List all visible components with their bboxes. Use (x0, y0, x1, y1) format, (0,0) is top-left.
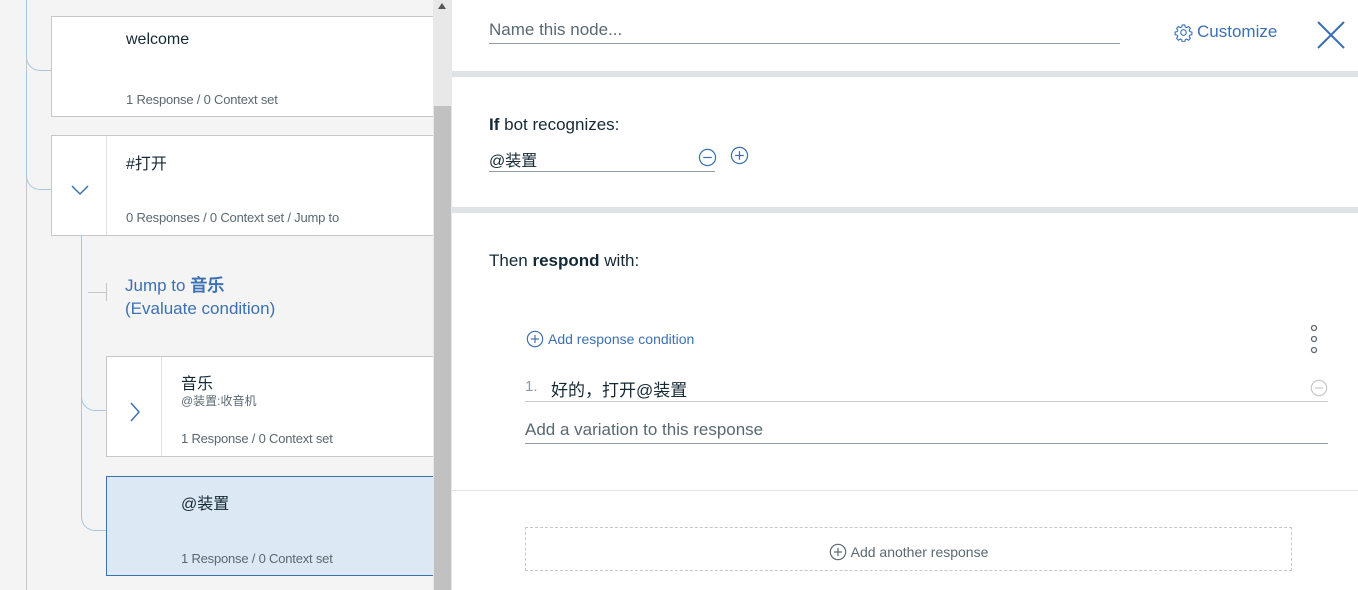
plus-circle-icon (526, 330, 544, 348)
add-response-condition-label: Add response condition (548, 331, 695, 347)
response-heading: Then respond with: (489, 251, 640, 270)
scroll-up-arrow[interactable] (438, 3, 446, 9)
dialog-builder: welcome 1 Response / 0 Context set #打开 0… (0, 0, 1358, 590)
add-condition-icon[interactable] (730, 146, 749, 165)
remove-condition-icon[interactable] (698, 148, 717, 167)
tree-connector (26, 0, 52, 71)
node-meta: 1 Response / 0 Context set (126, 92, 278, 107)
jump-target: 音乐 (190, 276, 225, 295)
response-variation-input[interactable] (525, 417, 1328, 444)
response-text: 好的，打开@装置 (551, 381, 688, 400)
plus-circle-icon (829, 543, 846, 561)
node-meta: 1 Response / 0 Context set (181, 551, 333, 566)
gear-icon (1174, 23, 1193, 42)
node-collapse-toggle[interactable] (52, 136, 107, 235)
section-divider (452, 490, 1358, 491)
node-editor-panel: Customize If bot recognizes: @装置 Then re… (452, 0, 1358, 590)
response-row[interactable]: 1. 好的，打开@装置 (525, 373, 1328, 402)
chevron-down-icon (71, 185, 89, 196)
section-divider (452, 71, 1358, 77)
jump-connector (88, 292, 106, 293)
node-meta: 1 Response / 0 Context set (181, 431, 333, 446)
tree-connector (26, 71, 52, 190)
node-title: @装置 (181, 496, 230, 513)
tree-connector (81, 411, 107, 531)
condition-heading: If bot recognizes: (489, 115, 620, 134)
node-condition: @装置:收音机 (181, 394, 257, 408)
dialog-tree-panel: welcome 1 Response / 0 Context set #打开 0… (0, 0, 452, 590)
overflow-menu-icon[interactable] (1308, 324, 1320, 354)
scrollbar-thumb[interactable] (434, 106, 451, 590)
node-meta: 0 Responses / 0 Context set / Jump to (126, 210, 339, 225)
node-title: #打开 (126, 156, 167, 173)
customize-button[interactable]: Customize (1174, 22, 1277, 42)
add-response-condition-button[interactable]: Add response condition (526, 330, 694, 348)
node-title: welcome (126, 31, 190, 48)
add-another-response-label: Add another response (850, 544, 989, 560)
node-expand-toggle[interactable] (107, 357, 162, 456)
response-number: 1. (525, 378, 538, 395)
jump-to-link[interactable]: Jump to 音乐 (Evaluate condition) (125, 274, 275, 320)
tree-node-open[interactable]: #打开 0 Responses / 0 Context set / Jump t… (51, 135, 451, 236)
close-icon[interactable] (1316, 20, 1346, 50)
condition-input[interactable]: @装置 (489, 145, 715, 172)
jump-connector-tick (106, 283, 107, 301)
tree-node-music[interactable]: 音乐 @装置:收音机 1 Response / 0 Context set (106, 356, 451, 457)
node-name-input[interactable] (489, 16, 1120, 44)
jump-mode: (Evaluate condition) (125, 299, 276, 318)
section-divider (452, 207, 1358, 213)
tree-connector (81, 380, 107, 411)
tree-node-device[interactable]: @装置 1 Response / 0 Context set (106, 476, 451, 576)
chevron-right-icon (130, 402, 141, 422)
remove-response-icon[interactable] (1310, 379, 1328, 397)
tree-scrollbar[interactable] (433, 0, 452, 590)
node-title: 音乐 (181, 376, 214, 393)
add-another-response-button[interactable]: Add another response (525, 527, 1292, 571)
customize-label: Customize (1197, 22, 1278, 41)
tree-node-welcome[interactable]: welcome 1 Response / 0 Context set (51, 16, 451, 117)
jump-prefix: Jump to (125, 276, 186, 295)
